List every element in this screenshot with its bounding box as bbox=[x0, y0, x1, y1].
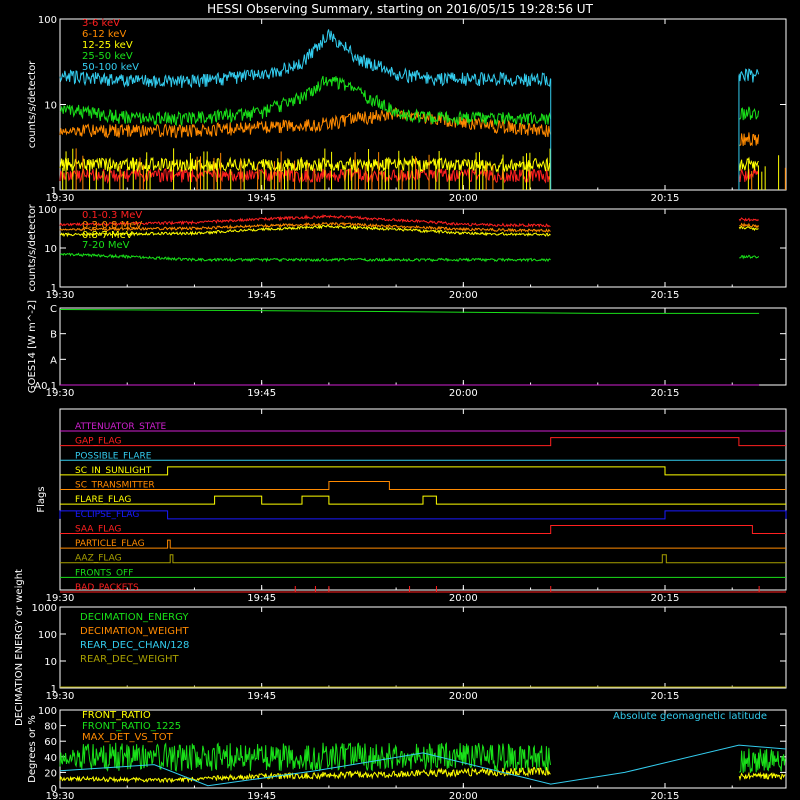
y-tick-label: 1 bbox=[51, 283, 57, 294]
x-tick-label: 19:45 bbox=[247, 388, 276, 399]
flag-label: SAA_FLAG bbox=[75, 524, 121, 534]
x-tick-label: 19:45 bbox=[247, 193, 276, 204]
legend-item: MAX_DET_VS_TOT bbox=[82, 732, 174, 743]
y-axis-label: counts/s/detector bbox=[27, 203, 38, 291]
series-path bbox=[59, 213, 759, 228]
legend-item: 7-20 MeV bbox=[82, 240, 130, 251]
y-tick-label: C bbox=[50, 304, 57, 315]
x-tick-label: 20:00 bbox=[449, 193, 478, 204]
x-tick-label: 20:00 bbox=[449, 290, 478, 301]
x-tick-label: 20:00 bbox=[449, 593, 478, 604]
series-front-ratio-1225 bbox=[59, 741, 786, 774]
y-tick-label: 100 bbox=[38, 630, 57, 641]
flag-trace bbox=[60, 539, 786, 549]
legend-item: FRONT_RATIO_1225 bbox=[82, 721, 181, 732]
flag-label: BAD_PACKETS bbox=[75, 583, 139, 593]
annotation: Absolute geomagnetic latitude bbox=[613, 711, 767, 722]
x-tick-label: 20:15 bbox=[651, 388, 680, 399]
x-tick-label: 20:15 bbox=[651, 791, 680, 800]
y-tick-label: 100 bbox=[38, 205, 57, 216]
flag-label: SC_IN_SUNLIGHT bbox=[75, 466, 152, 476]
hessi-summary-plot: HESSI Observing Summary, starting on 201… bbox=[14, 2, 787, 800]
page-title: HESSI Observing Summary, starting on 201… bbox=[207, 2, 593, 16]
flag-label: ATTENUATOR_STATE bbox=[75, 422, 167, 432]
legend-item: REAR_DEC_WEIGHT bbox=[80, 654, 179, 665]
legend-item: REAR_DEC_CHAN/128 bbox=[80, 640, 189, 651]
x-tick-label: 20:15 bbox=[651, 193, 680, 204]
y-tick-label: 10 bbox=[44, 101, 57, 112]
flag-label: ECLIPSE_FLAG bbox=[75, 510, 139, 520]
x-tick-label: 19:45 bbox=[247, 791, 276, 800]
series-path bbox=[60, 252, 760, 263]
flag-label: PARTICLE_FLAG bbox=[75, 539, 145, 549]
series-50-100-kev bbox=[59, 29, 760, 89]
flag-label: POSSIBLE_FLARE bbox=[75, 451, 152, 461]
legend-item: 50-100 keV bbox=[82, 62, 139, 73]
legend-item: 3-6 keV bbox=[82, 18, 120, 29]
flag-trace bbox=[60, 524, 786, 534]
series-0-3-0-8-mev bbox=[59, 221, 760, 233]
y-tick-label: 20 bbox=[44, 768, 57, 779]
series-path bbox=[59, 29, 760, 89]
legend-item: FRONT_RATIO bbox=[82, 710, 151, 721]
legend-item: 6-12 keV bbox=[82, 29, 126, 40]
x-tick-label: 20:15 bbox=[651, 290, 680, 301]
series-path bbox=[59, 221, 760, 233]
legend-item: 25-50 keV bbox=[82, 51, 133, 62]
series-front-ratio bbox=[59, 766, 786, 784]
flag-label: SC_TRANSMITTER bbox=[75, 481, 155, 491]
y-tick-label: 1000 bbox=[32, 603, 57, 614]
panel-frame bbox=[59, 307, 787, 386]
y-tick-label: 60 bbox=[44, 737, 57, 748]
y-axis-label: DECIMATION ENERGY or weight bbox=[14, 569, 25, 726]
y-axis-label: Degrees or % bbox=[27, 715, 38, 783]
y-tick-label: 10 bbox=[44, 657, 57, 668]
x-tick-label: 19:45 bbox=[247, 290, 276, 301]
flag-trace bbox=[60, 437, 786, 447]
x-tick-label: 19:45 bbox=[247, 691, 276, 702]
goes-trace bbox=[59, 309, 760, 314]
x-tick-label: 20:15 bbox=[651, 593, 680, 604]
flag-trace bbox=[60, 466, 786, 476]
y-axis-label: counts/s/detector bbox=[27, 60, 38, 148]
x-tick-label: 20:00 bbox=[449, 388, 478, 399]
y-tick-label: 40 bbox=[44, 753, 57, 764]
flag-trace bbox=[60, 495, 786, 505]
y-tick-label: 80 bbox=[44, 722, 57, 733]
y-tick-label: 100 bbox=[38, 15, 57, 26]
y-axis-label: Flags bbox=[36, 486, 47, 512]
y-tick-label: 1 bbox=[51, 186, 57, 197]
legend-item: DECIMATION_ENERGY bbox=[80, 612, 189, 623]
series-path bbox=[59, 766, 786, 784]
x-tick-label: 20:00 bbox=[449, 691, 478, 702]
legend-item: DECIMATION_WEIGHT bbox=[80, 626, 189, 637]
y-tick-label: 1 bbox=[51, 684, 57, 695]
series-7-20-mev bbox=[60, 252, 760, 263]
x-tick-label: 19:45 bbox=[247, 593, 276, 604]
series-path bbox=[59, 741, 786, 774]
y-tick-label: 100 bbox=[38, 706, 57, 717]
flag-trace bbox=[60, 554, 786, 564]
legend-item: 12-25 keV bbox=[82, 40, 133, 51]
flag-label: FLARE_FLAG bbox=[75, 495, 131, 505]
y-tick-label: A bbox=[50, 355, 57, 366]
series-0-1-0-3-mev bbox=[59, 213, 759, 228]
y-axis-label: GOES14 [W m^-2] bbox=[27, 300, 38, 393]
y-tick-label: 0 bbox=[51, 784, 57, 795]
flag-label: FRONTS_OFF bbox=[75, 568, 133, 578]
flag-label: AAZ_FLAG bbox=[75, 554, 122, 564]
flag-trace bbox=[60, 481, 786, 491]
flag-label: GAP_FLAG bbox=[75, 437, 121, 447]
y-tick-label: B bbox=[50, 330, 57, 341]
y-tick-label: 10 bbox=[44, 244, 57, 255]
x-tick-label: 20:15 bbox=[651, 691, 680, 702]
flag-trace bbox=[59, 510, 787, 520]
x-tick-label: 20:00 bbox=[449, 791, 478, 800]
